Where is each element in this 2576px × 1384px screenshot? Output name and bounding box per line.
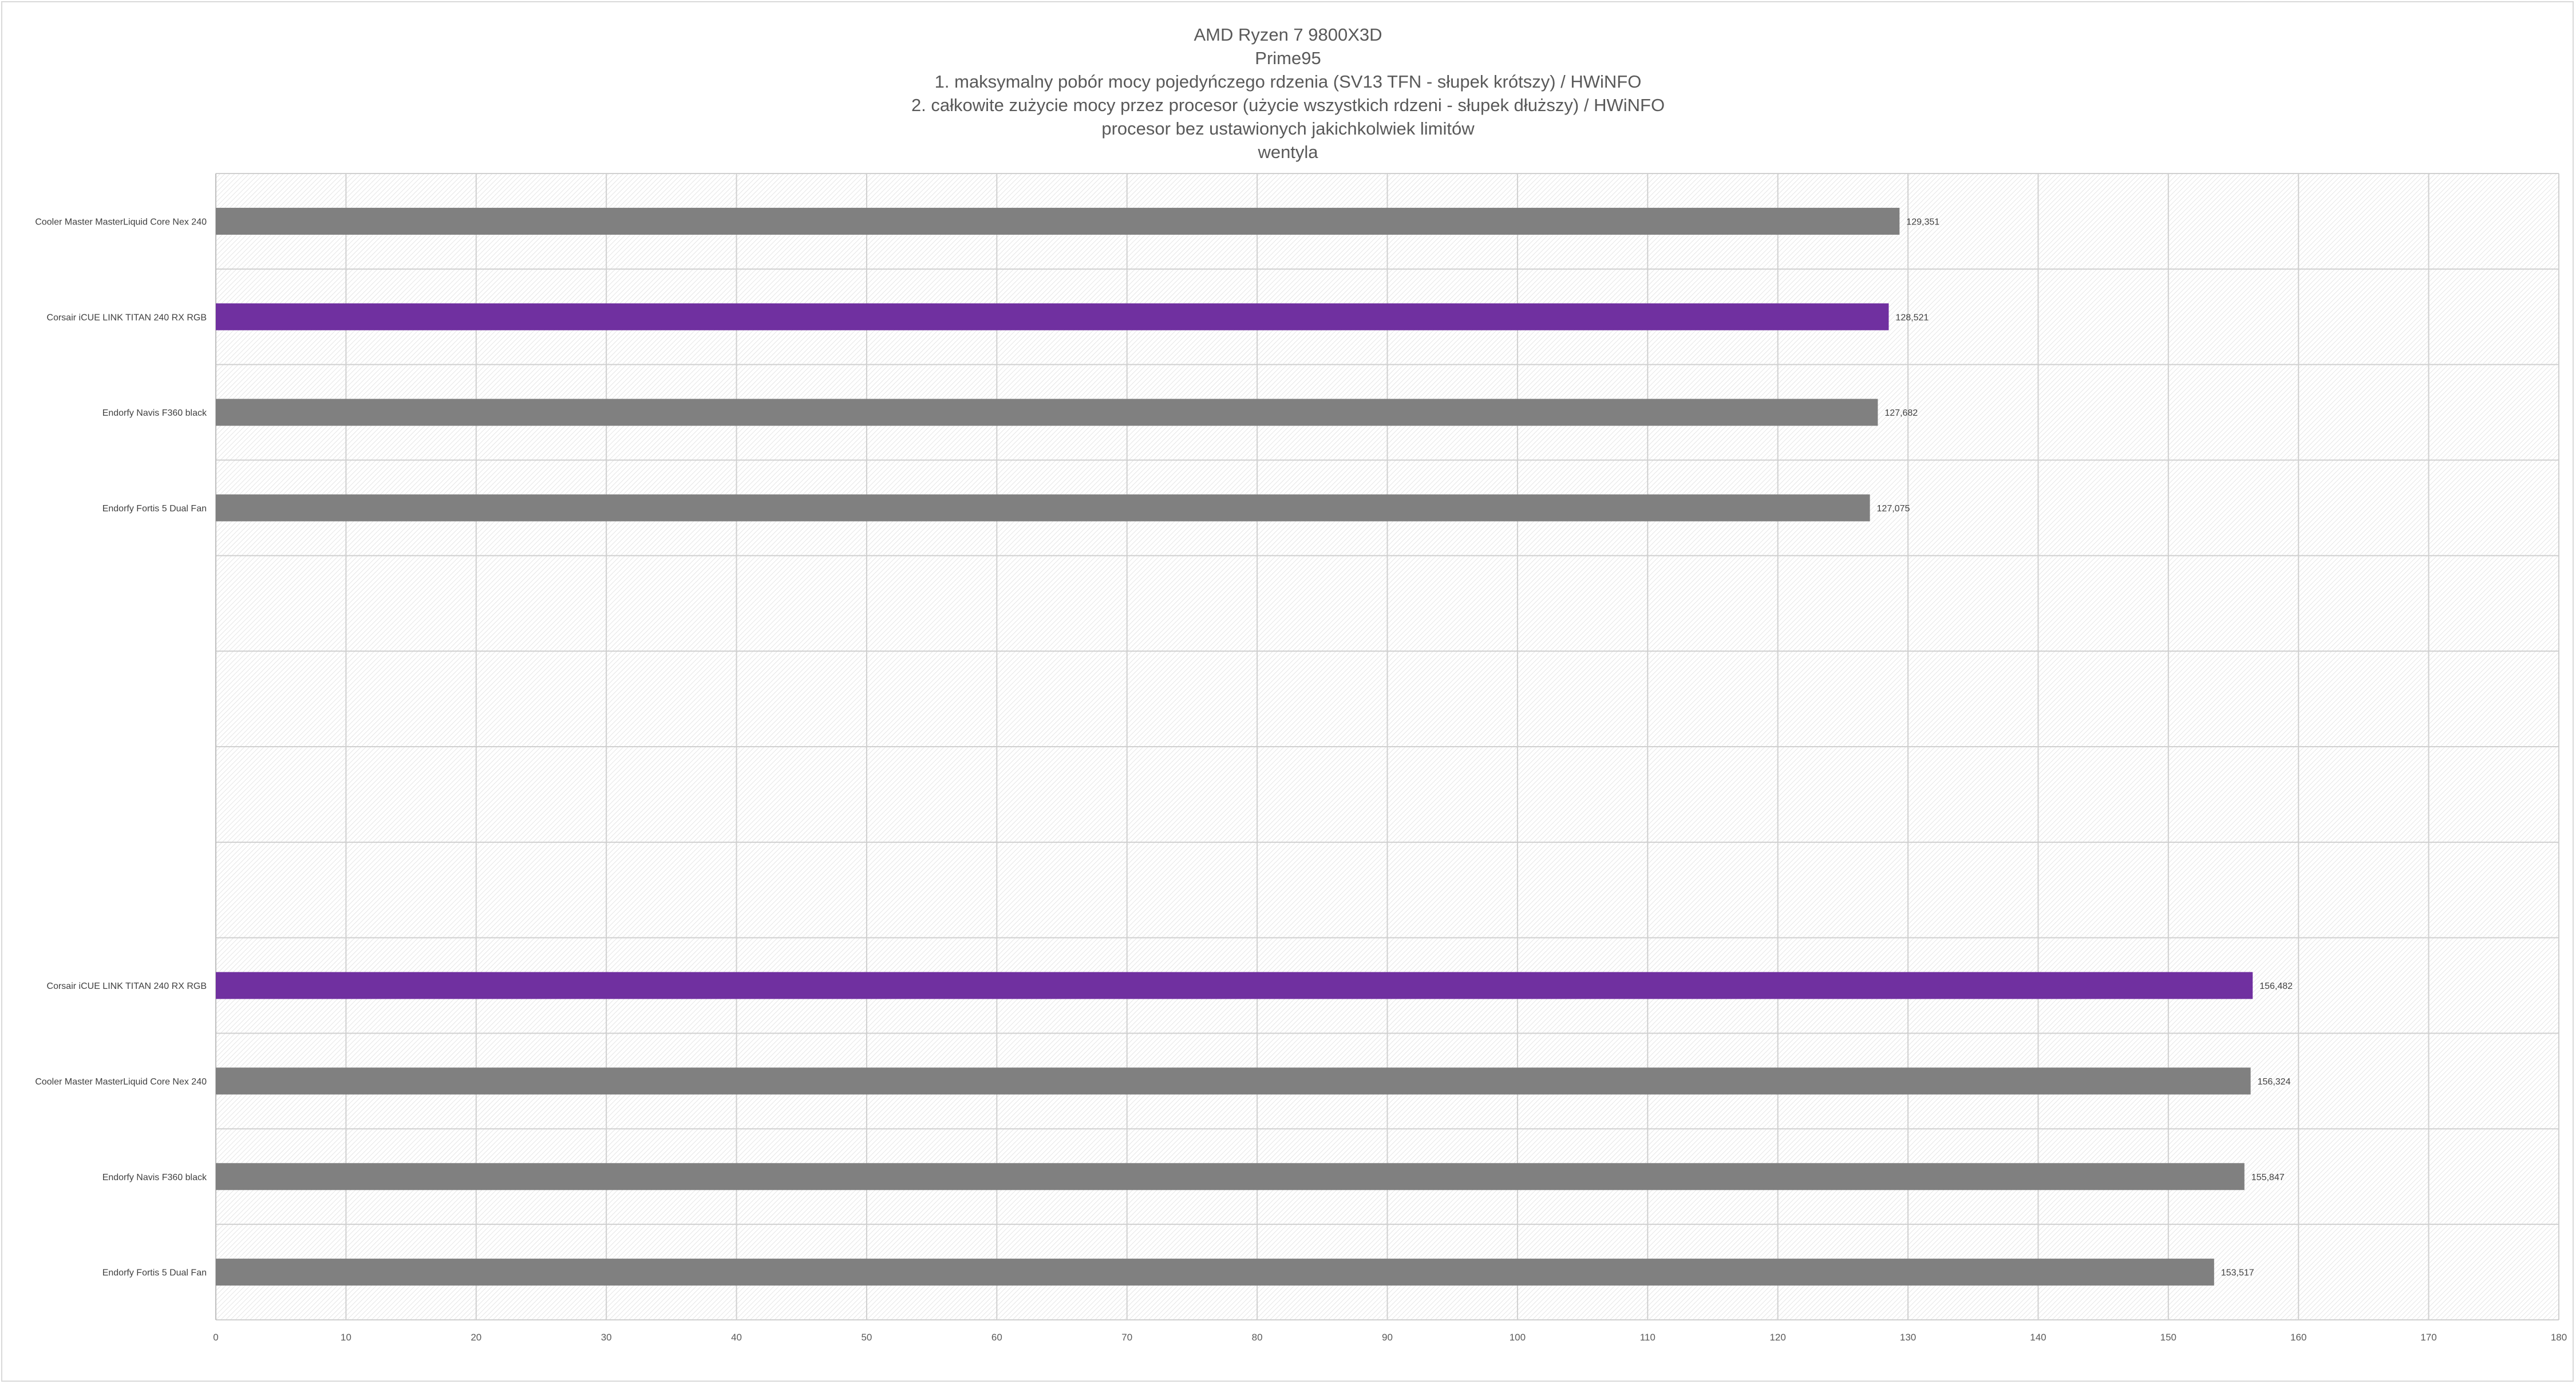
category-label: Endorfy Fortis 5 Dual Fan [102,1268,207,1278]
x-tick-label: 70 [1121,1332,1132,1343]
bar [216,494,1870,522]
category-label: Endorfy Navis F360 black [102,1173,207,1182]
x-tick-label: 10 [341,1332,351,1343]
data-label: 128,521 [1895,313,1929,322]
bar [216,207,1900,235]
x-tick-label: 60 [991,1332,1002,1343]
bar [216,399,1878,426]
x-tick-label: 80 [1252,1332,1263,1343]
category-label: Endorfy Navis F360 black [102,408,207,418]
data-label: 129,351 [1906,217,1939,227]
data-label: 127,075 [1877,504,1910,514]
data-label: 155,847 [2251,1173,2285,1182]
x-tick-label: 180 [2551,1332,2567,1343]
data-label: 127,682 [1884,408,1918,418]
x-tick-label: 30 [601,1332,612,1343]
category-label: Corsair iCUE LINK TITAN 240 RX RGB [47,981,207,991]
data-label: 153,517 [2221,1268,2254,1278]
x-tick-label: 130 [1900,1332,1916,1343]
x-tick-label: 90 [1382,1332,1393,1343]
x-tick-label: 40 [731,1332,742,1343]
data-label: 156,324 [2258,1077,2291,1087]
bar [216,1163,2245,1190]
category-label: Endorfy Fortis 5 Dual Fan [102,504,207,514]
bar-chart: 0 10 20 30 40 50 60 70 80 90 100 110 120 130 140 150 160… [35,173,2567,1343]
x-tick-label: 20 [471,1332,481,1343]
category-label: Cooler Master MasterLiquid Core Nex 240 [35,217,207,227]
x-tick-label: 50 [861,1332,872,1343]
x-tick-label: 100 [1510,1332,1526,1343]
x-tick-label: 170 [2420,1332,2436,1343]
bar [216,972,2253,999]
x-tick-label: 150 [2160,1332,2176,1343]
x-tick-label: 110 [1640,1332,1656,1343]
bar [216,303,1889,330]
x-tick-label: 140 [2030,1332,2046,1343]
x-tick-label: 0 [213,1332,218,1343]
category-label: Cooler Master MasterLiquid Core Nex 240 [35,1077,207,1087]
x-tick-label: 160 [2290,1332,2306,1343]
bar [216,1259,2214,1286]
x-tick-label: 120 [1769,1332,1785,1343]
bar [216,1067,2251,1095]
category-label: Corsair iCUE LINK TITAN 240 RX RGB [47,313,207,322]
data-label: 156,482 [2259,981,2293,991]
